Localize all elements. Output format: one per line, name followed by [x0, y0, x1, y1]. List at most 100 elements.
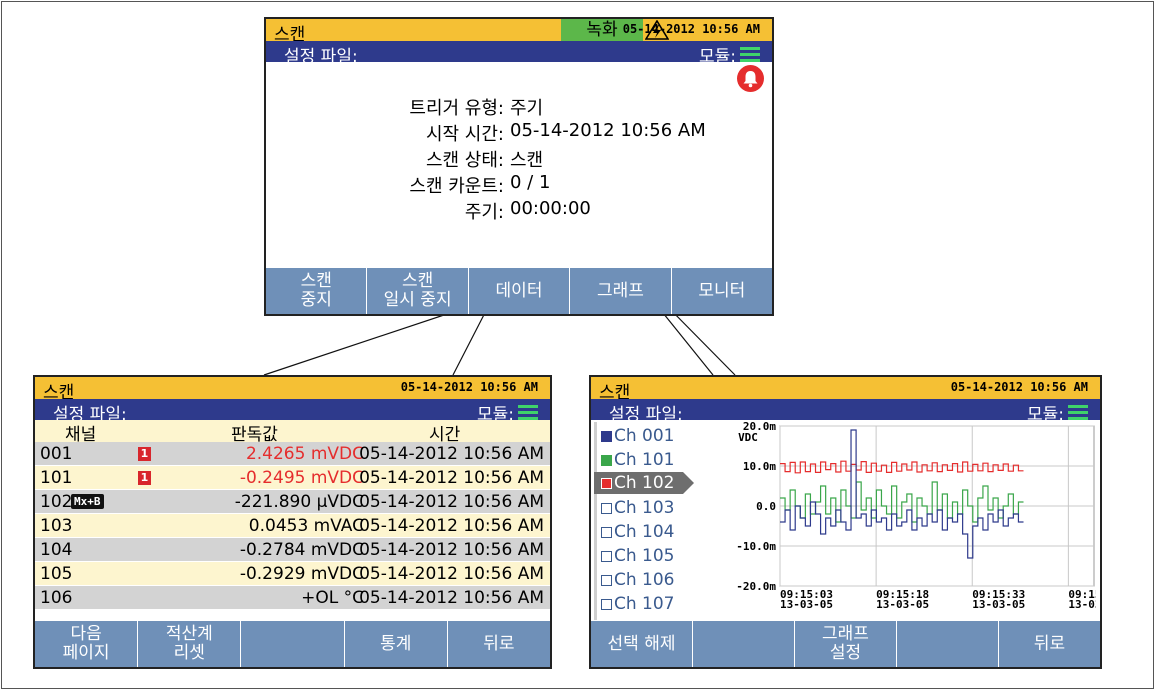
channel-label: Ch 001 — [614, 426, 675, 446]
channel-color-swatch — [601, 454, 612, 466]
info-row-scan-state: 스캔 상태: 스캔 — [266, 146, 772, 172]
datetime: 05-14-2012 10:56 AM — [950, 380, 1088, 394]
setup-file-label: 설정 파일: — [284, 47, 358, 67]
reading-cell: -0.2495 mVDC — [239, 468, 364, 488]
key-line: 일시 중지 — [383, 290, 452, 310]
y-tick-label: 10.0m — [743, 460, 776, 473]
channel-item[interactable]: Ch 101 — [601, 448, 675, 472]
module-icon — [518, 405, 538, 420]
pause-scan-button[interactable]: 스캔 일시 중지 — [367, 268, 468, 314]
table-row[interactable]: 001 1 2.4265 mVDC 05-14-2012 10:56 AM — [35, 442, 550, 466]
key-line: 적산계 — [165, 624, 213, 644]
time-cell: 05-14-2012 10:56 AM — [359, 468, 544, 488]
blank-softkey[interactable] — [693, 621, 794, 667]
info-label: 시작 시간: — [425, 124, 504, 145]
channel-list: Ch 001 Ch 101 Ch 102 Ch 103 Ch 104 Ch 105 Ch 1… — [591, 422, 726, 623]
title-bar: 스캔 녹화 05-14-2012 10:56 AM — [266, 19, 772, 45]
channel-cell: 106 — [40, 588, 73, 608]
channel-item[interactable]: Ch 107 — [601, 592, 675, 616]
title-bar: 스캔 05-14-2012 10:56 AM — [35, 377, 550, 403]
channel-cell: 101 — [40, 468, 73, 488]
key-line: 중지 — [300, 290, 332, 310]
softkey-bar: 스캔 중지 스캔 일시 중지 데이터 그래프 모니터 — [266, 268, 772, 314]
info-row-interval: 주기: 00:00:00 — [266, 198, 772, 224]
time-cell: 05-14-2012 10:56 AM — [359, 588, 544, 608]
time-cell: 05-14-2012 10:56 AM — [359, 564, 544, 584]
key-line: 페이지 — [62, 643, 110, 663]
y-tick-label: 0.0 — [756, 500, 776, 513]
alarm-badge: 1 — [138, 447, 151, 461]
statistics-button[interactable]: 통계 — [344, 621, 447, 667]
channel-color-swatch — [601, 502, 612, 514]
channel-item[interactable]: Ch 103 — [601, 496, 675, 520]
reading-cell: -0.2784 mVDC — [239, 540, 364, 560]
key-line: 리셋 — [173, 643, 205, 663]
channel-item[interactable]: Ch 105 — [601, 544, 675, 568]
info-label: 주기: — [464, 202, 504, 223]
module-label: 모듈: — [698, 47, 736, 67]
info-value: 주기 — [510, 98, 544, 119]
channel-label: Ch 103 — [614, 498, 675, 518]
channel-cell: 105 — [40, 564, 73, 584]
module-icon — [740, 47, 760, 62]
stop-scan-button[interactable]: 스캔 중지 — [266, 268, 367, 314]
reading-cell: 0.0453 mVAC — [248, 516, 364, 536]
next-page-button[interactable]: 다음 페이지 — [35, 621, 138, 667]
channel-label: Ch 105 — [614, 546, 675, 566]
key-line: 뒤로 — [1033, 633, 1066, 654]
channel-cell: 001 — [40, 444, 73, 464]
info-value: 00:00:00 — [510, 198, 591, 219]
reset-totalizer-button[interactable]: 적산계 리셋 — [138, 621, 241, 667]
table-header: 채널 판독값 시간 — [35, 420, 550, 445]
trend-chart: 20.0m10.0m0.0-10.0m-20.0mVDC09:15:0313-0… — [736, 420, 1096, 611]
deselect-button[interactable]: 선택 해제 — [591, 621, 692, 667]
datetime: 05-14-2012 10:56 AM — [622, 22, 760, 36]
datetime: 05-14-2012 10:56 AM — [400, 380, 538, 394]
channel-label: Ch 102 — [614, 473, 675, 493]
back-button[interactable]: 뒤로 — [447, 621, 550, 667]
back-button[interactable]: 뒤로 — [999, 621, 1100, 667]
key-line: 다음 — [70, 624, 102, 644]
blank-softkey[interactable] — [241, 621, 344, 667]
x-tick-date: 13-03-05 — [876, 598, 929, 611]
key-line: 스캔 — [300, 271, 332, 291]
table-row[interactable]: 105 -0.2929 mVDC 05-14-2012 10:56 AM — [35, 562, 550, 586]
x-tick-date: 13-03-05 — [1068, 598, 1096, 611]
info-row-start-time: 시작 시간: 05-14-2012 10:56 AM — [266, 120, 772, 146]
key-line: 모니터 — [698, 280, 746, 301]
table-row[interactable]: 103 0.0453 mVAC 05-14-2012 10:56 AM — [35, 514, 550, 538]
table-row[interactable]: 102 Mx+B -221.890 μVDC 05-14-2012 10:56 AM — [35, 490, 550, 514]
key-line: 선택 해제 — [607, 633, 676, 654]
channel-cell: 103 — [40, 516, 73, 536]
y-tick-label: -20.0m — [736, 580, 776, 593]
softkey-bar: 선택 해제 그래프 설정 뒤로 — [591, 621, 1100, 667]
setup-bar: 설정 파일: 모듈: — [35, 399, 550, 425]
module-icon — [1068, 405, 1088, 420]
channel-color-swatch — [601, 574, 612, 586]
channel-label: Ch 104 — [614, 522, 675, 542]
monitor-button[interactable]: 모니터 — [671, 268, 772, 314]
blank-softkey[interactable] — [897, 621, 998, 667]
list-divider — [594, 422, 597, 620]
channel-label: Ch 101 — [614, 450, 675, 470]
y-axis-unit: VDC — [738, 431, 758, 444]
channel-item[interactable]: Ch 104 — [601, 520, 675, 544]
key-line: 그래프 — [822, 624, 869, 644]
channel-item[interactable]: Ch 106 — [601, 568, 675, 592]
table-row[interactable]: 101 1 -0.2495 mVDC 05-14-2012 10:56 AM — [35, 466, 550, 490]
x-tick-date: 13-03-05 — [972, 598, 1025, 611]
graph-settings-button[interactable]: 그래프 설정 — [795, 621, 896, 667]
data-button[interactable]: 데이터 — [468, 268, 570, 314]
table-row[interactable]: 104 -0.2784 mVDC 05-14-2012 10:56 AM — [35, 538, 550, 562]
info-value: 05-14-2012 10:56 AM — [510, 120, 706, 141]
table-row[interactable]: 106 +OL °C 05-14-2012 10:56 AM — [35, 586, 550, 610]
channel-item[interactable]: Ch 102 — [594, 472, 693, 494]
channel-color-swatch — [601, 430, 612, 442]
setup-bar: 설정 파일: 모듈: — [266, 41, 772, 67]
softkey-bar: 다음 페이지 적산계 리셋 통계 뒤로 — [35, 621, 550, 667]
title-bar: 스캔 05-14-2012 10:56 AM — [591, 377, 1100, 403]
channel-item[interactable]: Ch 001 — [601, 424, 675, 448]
reading-cell: +OL °C — [301, 588, 364, 608]
time-cell: 05-14-2012 10:56 AM — [359, 444, 544, 464]
graph-button[interactable]: 그래프 — [570, 268, 671, 314]
